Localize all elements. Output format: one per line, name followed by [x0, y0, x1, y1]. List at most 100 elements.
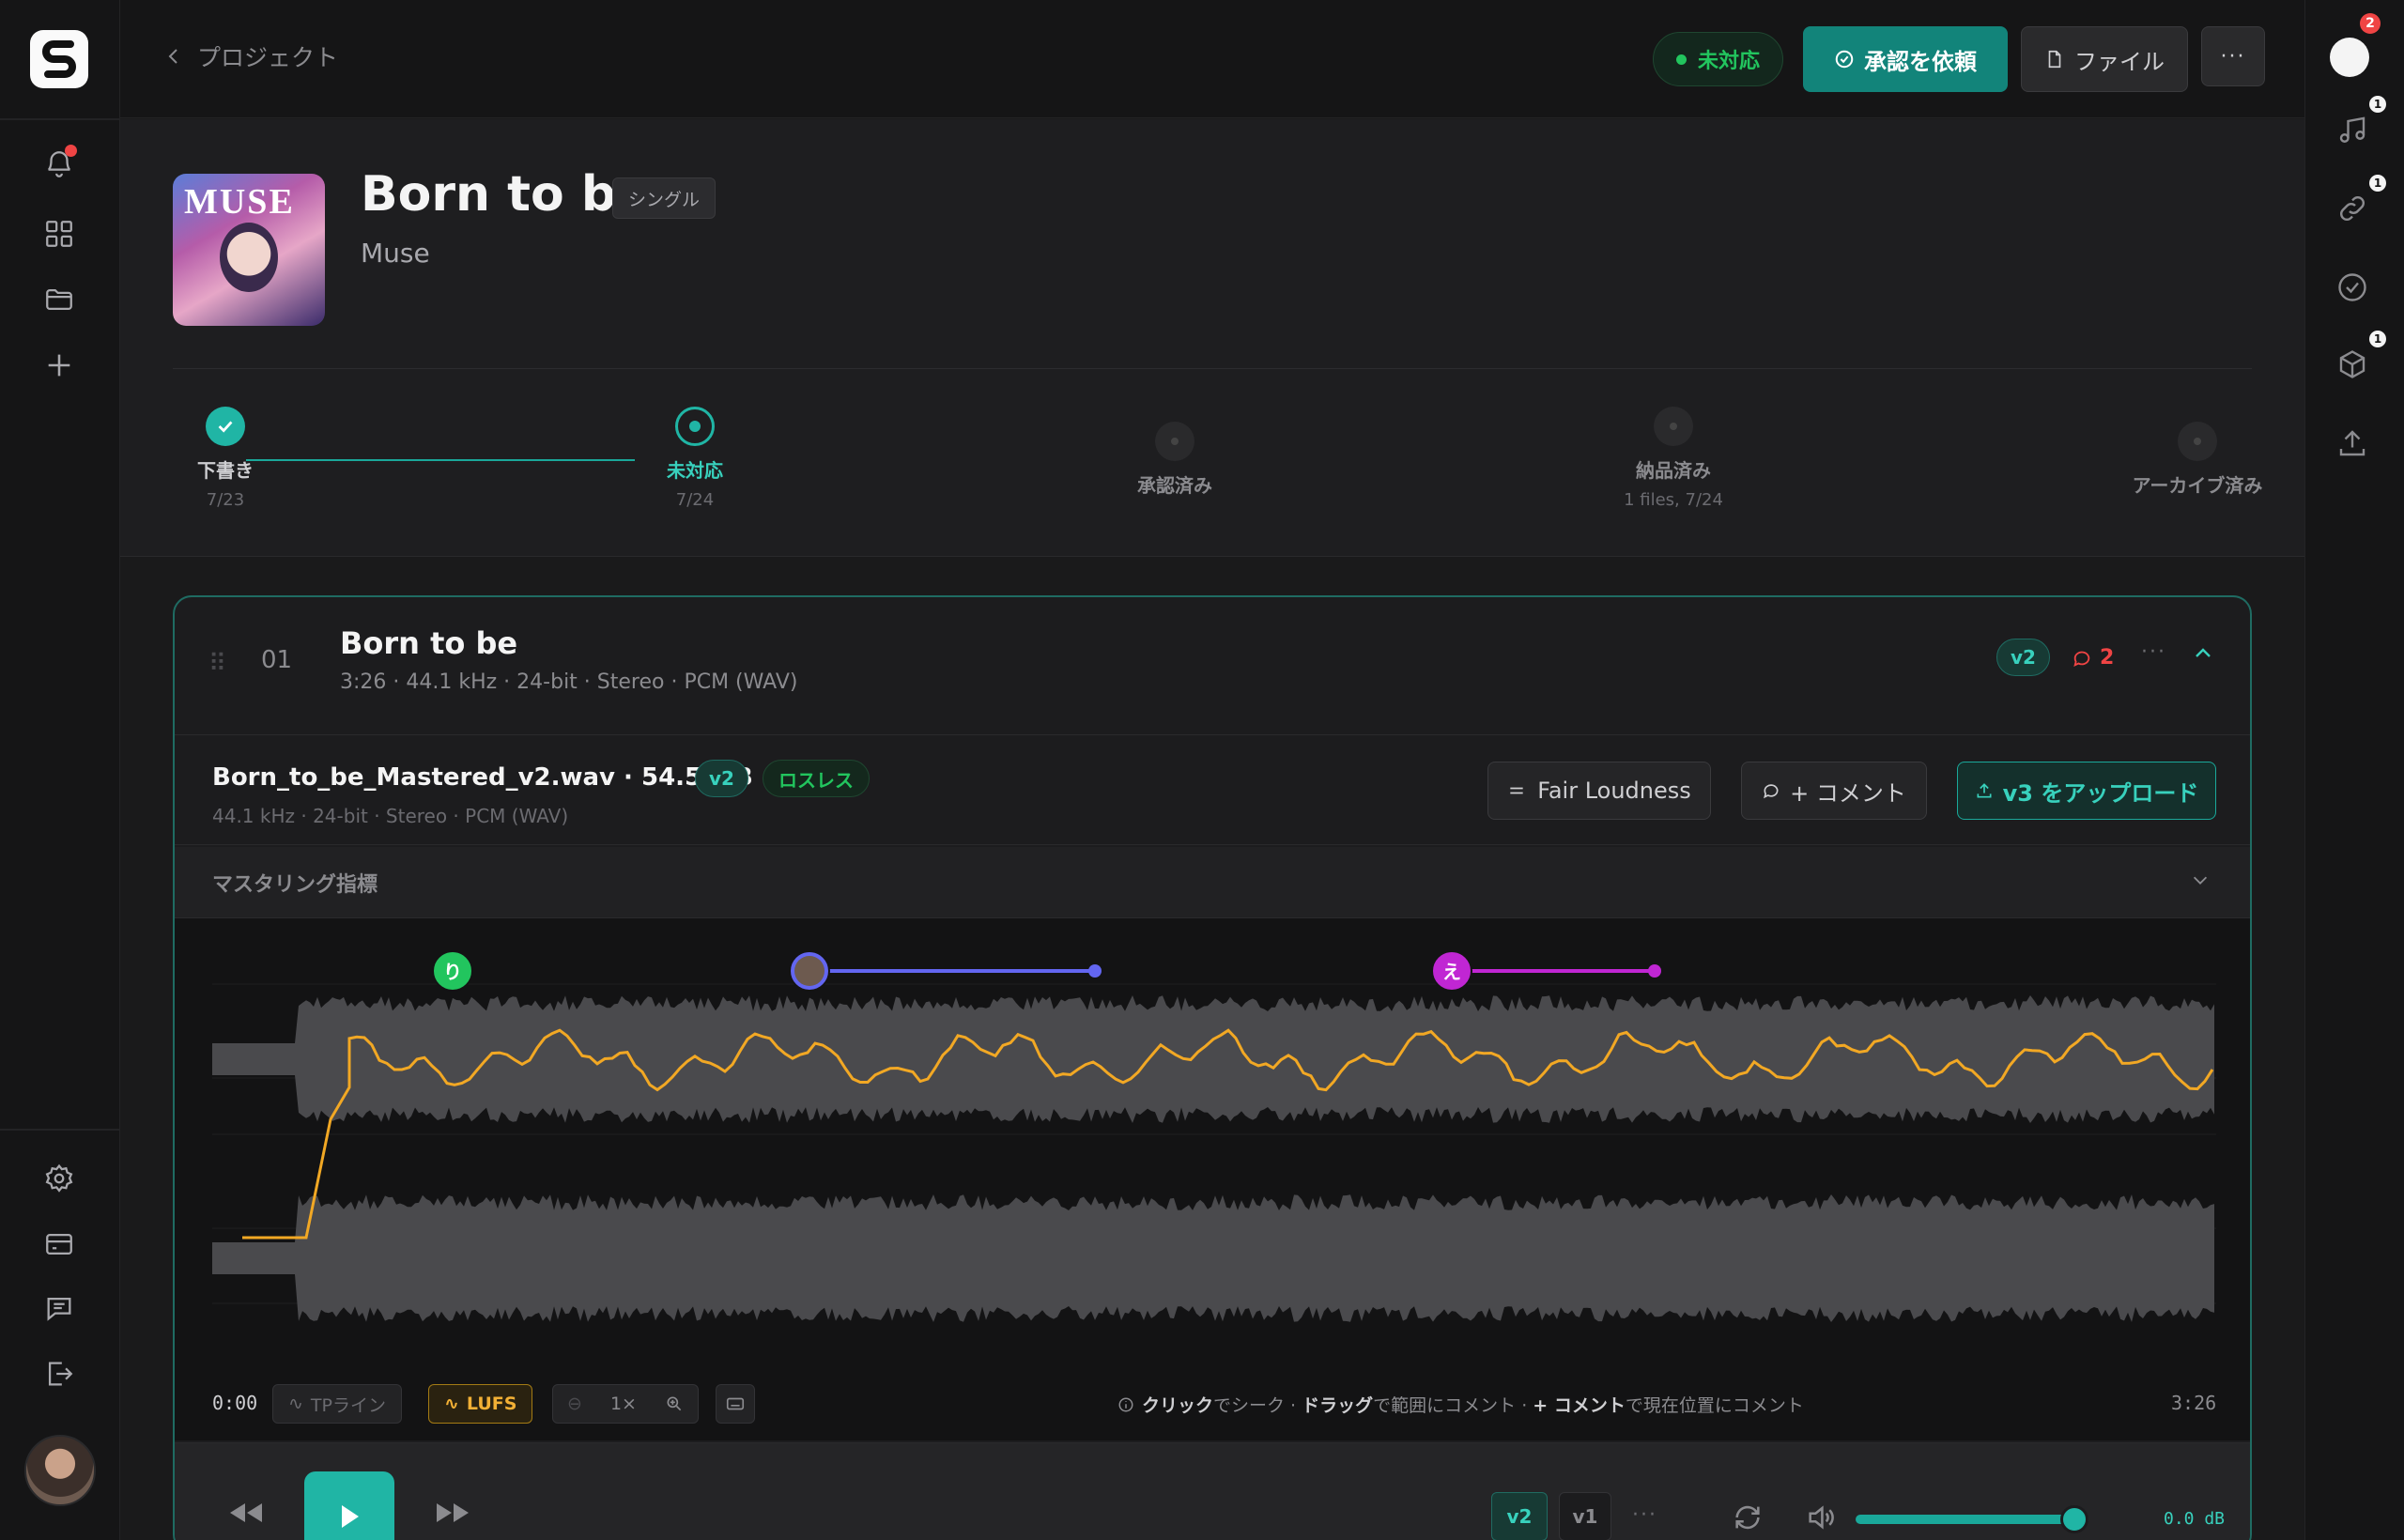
package-badge: 1 [2369, 331, 2386, 347]
stage-label: 未対応 [667, 459, 723, 482]
volume-slider[interactable] [1856, 1515, 2088, 1524]
stage-draft[interactable]: 下書き 7/23 [160, 407, 291, 510]
app-logo[interactable] [30, 30, 88, 88]
user-avatar[interactable] [24, 1435, 96, 1506]
pending-stage-icon [2178, 422, 2217, 461]
breadcrumb[interactable]: プロジェクト [167, 39, 338, 73]
waveform-controls: 0:00 ∿ TPライン ∿ LUFS ⊖ 1× クリックでシーク · ドラッグ… [175, 1367, 2250, 1442]
chevron-up-icon[interactable] [2192, 642, 2214, 669]
breadcrumb-projects: プロジェクト [197, 44, 339, 71]
check-icon [206, 407, 245, 446]
comment-count-value: 2 [2100, 646, 2115, 670]
hint-seek: でシーク · [1213, 1395, 1302, 1416]
stage-date: 7/23 [206, 490, 245, 510]
zoom-out-icon[interactable]: ⊖ [567, 1394, 582, 1414]
section-divider [173, 368, 2252, 369]
version-v1-button[interactable]: v1 [1559, 1492, 1611, 1540]
current-time: 0:00 [212, 1392, 258, 1414]
album-cover[interactable]: MUSE [173, 174, 325, 326]
player-more-button[interactable]: ··· [1632, 1503, 1657, 1527]
track-title: Born to be [340, 625, 518, 661]
stage-date: 1 files, 7/24 [1624, 490, 1723, 510]
waveform[interactable]: りえ [175, 918, 2252, 1440]
upload-icon[interactable] [2334, 424, 2371, 462]
settings-gear-icon[interactable] [39, 1159, 79, 1198]
zoom-level: 1× [609, 1394, 637, 1414]
info-icon [1118, 1397, 1133, 1411]
volume-slider-handle[interactable] [2060, 1505, 2089, 1533]
stage-archived[interactable]: アーカイブ済み [2104, 422, 2291, 498]
approved-check-icon[interactable] [2334, 269, 2371, 306]
comment-marker[interactable] [789, 950, 1102, 992]
drag-handle-icon[interactable]: ⠿ [208, 650, 226, 678]
notifications-icon[interactable] [39, 145, 79, 184]
comment-marker[interactable]: え [1431, 950, 1661, 992]
stage-approved[interactable]: 承認済み [1095, 422, 1255, 498]
file-button-label: ファイル [2074, 48, 2165, 75]
stage-delivered[interactable]: 納品済み 1 files, 7/24 [1589, 407, 1758, 510]
package-box-icon[interactable] [2334, 346, 2371, 383]
link-icon[interactable] [2334, 190, 2371, 227]
profile-avatar[interactable] [2330, 38, 2369, 77]
fair-loudness-button[interactable]: Fair Loudness [1487, 762, 1711, 820]
current-stage-icon [675, 407, 715, 446]
file-icon [2048, 50, 2061, 69]
tp-line-toggle[interactable]: ∿ TPライン [272, 1384, 402, 1424]
music-note-icon[interactable] [2334, 111, 2371, 148]
logout-icon[interactable] [39, 1354, 79, 1394]
track-version-badge[interactable]: v2 [1996, 639, 2050, 676]
zoom-in-icon[interactable] [665, 1394, 684, 1413]
waveform-canvas[interactable]: りえ [175, 918, 2252, 1369]
svg-text:り: り [443, 961, 462, 983]
comment-marker[interactable]: り [432, 950, 473, 992]
fast-forward-icon[interactable] [434, 1500, 471, 1530]
add-comment-label: + コメント [1790, 779, 1906, 807]
mastering-metrics-toggle[interactable]: マスタリング指標 [175, 847, 2250, 918]
upload-v3-button[interactable]: v3 をアップロード [1957, 762, 2216, 820]
status-badge[interactable]: 未対応 [1653, 32, 1784, 86]
track-more-button[interactable]: ··· [2141, 640, 2166, 664]
cover-portrait [220, 223, 278, 292]
equals-icon [1510, 787, 1523, 794]
add-comment-button[interactable]: + コメント [1741, 762, 1927, 820]
svg-text:え: え [1442, 961, 1461, 983]
request-approval-button[interactable]: 承認を依頼 [1803, 26, 2008, 92]
file-button[interactable]: ファイル [2021, 26, 2188, 92]
chevron-left-icon [168, 49, 177, 64]
zoom-control[interactable]: ⊖ 1× [552, 1384, 699, 1424]
folder-icon[interactable] [39, 280, 79, 319]
comment-count[interactable]: 2 [2072, 646, 2114, 670]
keyboard-icon [726, 1397, 745, 1410]
artist-name[interactable]: Muse [361, 238, 430, 269]
track-number: 01 [261, 646, 293, 674]
volume-icon[interactable] [1805, 1502, 1837, 1537]
lufs-toggle[interactable]: ∿ LUFS [428, 1384, 533, 1424]
sidebar-divider [0, 1129, 120, 1131]
file-meta: 44.1 kHz · 24-bit · Stereo · PCM (WAV) [212, 805, 569, 827]
sidebar-divider [0, 118, 120, 120]
add-icon[interactable] [39, 346, 79, 385]
loop-icon[interactable] [1732, 1502, 1764, 1537]
more-options-button[interactable]: ··· [2201, 26, 2265, 86]
stage-pending[interactable]: 未対応 7/24 [629, 407, 761, 510]
track-duration: 3:26 [2171, 1392, 2217, 1414]
notification-dot [65, 145, 77, 157]
music-badge: 1 [2369, 96, 2386, 113]
progress-line [246, 459, 635, 461]
play-button[interactable] [304, 1471, 394, 1540]
billing-card-icon[interactable] [39, 1224, 79, 1264]
chevron-down-icon [2190, 870, 2211, 894]
track-card: ⠿ 01 Born to be 3:26 · 44.1 kHz · 24-bit… [173, 595, 2252, 1540]
file-version-badge: v2 [695, 760, 748, 797]
rewind-icon[interactable] [227, 1500, 265, 1530]
lossless-badge: ロスレス [763, 760, 870, 797]
messages-icon[interactable] [39, 1288, 79, 1328]
wave-icon: ∿ [288, 1394, 303, 1414]
keyboard-shortcuts-button[interactable] [716, 1384, 755, 1424]
version-v2-button[interactable]: v2 [1491, 1492, 1548, 1540]
pending-stage-icon [1155, 422, 1194, 461]
profile-badge: 2 [2360, 13, 2381, 34]
left-sidebar [0, 0, 120, 1540]
comment-icon [2073, 651, 2090, 667]
dashboard-grid-icon[interactable] [39, 214, 79, 254]
